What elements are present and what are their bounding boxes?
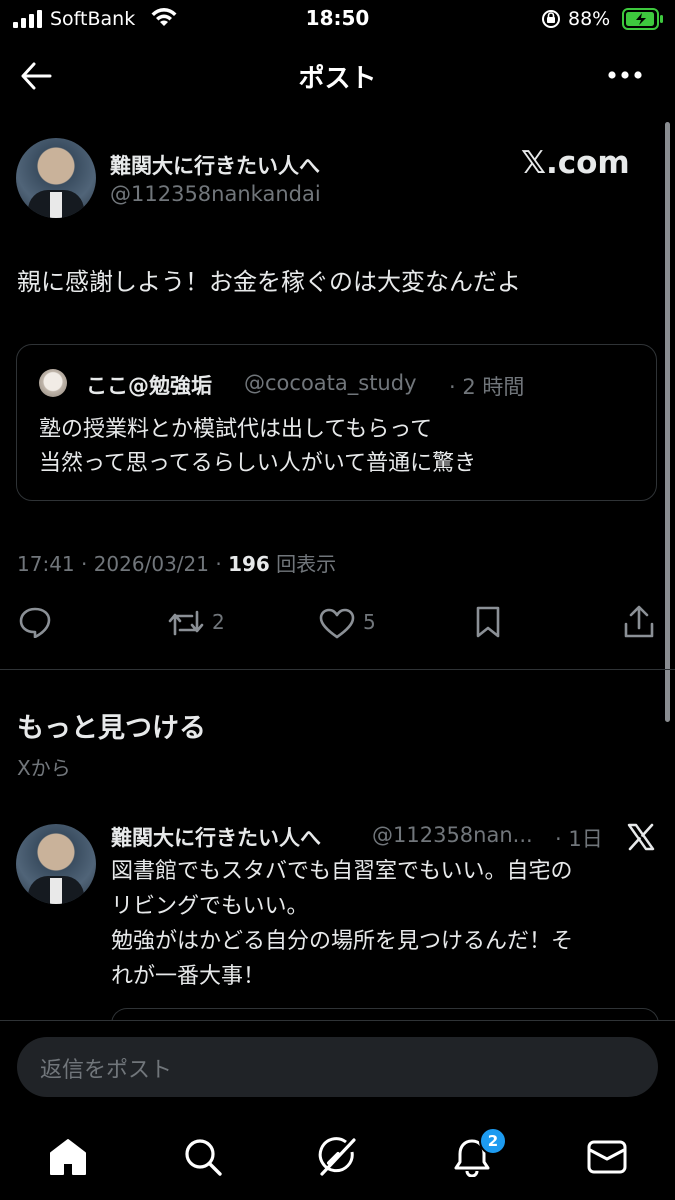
- discover-author-avatar[interactable]: [16, 824, 96, 904]
- quote-author-handle: @cocoata_study: [244, 371, 417, 395]
- scrollbar[interactable]: [665, 122, 670, 722]
- post-timestamp: 17:41 · 2026/03/21 ·: [17, 552, 222, 576]
- quote-avatar: [39, 369, 67, 397]
- author-name[interactable]: 難関大に行きたい人へ: [110, 150, 320, 180]
- reply-placeholder: 返信をポスト: [40, 1058, 173, 1083]
- grok-icon[interactable]: [316, 1136, 358, 1178]
- search-icon[interactable]: [182, 1136, 224, 1178]
- quote-text-line: 塾の授業料とか模試代は出してもらって: [39, 417, 433, 442]
- discover-text-line: 図書館でもスタバでも自習室でもいい。自宅の: [111, 859, 573, 884]
- discover-author-name[interactable]: 難関大に行きたい人へ: [111, 822, 321, 852]
- discover-subtitle: Xから: [17, 756, 71, 780]
- quote-author-name: ここ@勉強垢: [86, 374, 212, 398]
- repost-count: 2: [212, 610, 225, 634]
- status-bar: SoftBank 18:50 88%: [0, 0, 675, 40]
- battery-icon: [622, 8, 663, 30]
- discover-time: · 1日: [555, 827, 603, 851]
- discover-text-line: リビングでもいい。: [111, 894, 309, 919]
- x-logo-icon: [627, 823, 655, 851]
- discover-title: もっと見つける: [17, 713, 206, 744]
- quote-time: · 2 時間: [449, 375, 525, 399]
- like-count: 5: [363, 610, 376, 634]
- xcom-label[interactable]: 𝕏.com: [521, 145, 630, 181]
- discover-author-handle[interactable]: @112358nan...: [372, 823, 533, 847]
- discover-text-line: 勉強がはかどる自分の場所を見つけるんだ！そ: [111, 929, 574, 954]
- quote-text-line: 当然って思ってるらしい人がいて普通に驚き: [39, 451, 477, 476]
- notification-badge: 2: [479, 1127, 507, 1155]
- bookmark-icon[interactable]: [474, 605, 502, 639]
- like-icon[interactable]: [318, 608, 356, 640]
- share-icon[interactable]: [622, 604, 656, 640]
- author-avatar[interactable]: [16, 138, 96, 218]
- home-icon[interactable]: [48, 1137, 88, 1177]
- orientation-lock-icon: [542, 10, 560, 28]
- more-options-icon[interactable]: [607, 70, 643, 80]
- post-meta: 17:41 · 2026/03/21 · 196 回表示: [17, 548, 336, 577]
- discover-text-line: れが一番大事！: [111, 964, 266, 989]
- reply-icon[interactable]: [18, 606, 52, 638]
- divider: [0, 669, 675, 670]
- battery-percent: 88%: [568, 8, 611, 30]
- messages-mail-icon[interactable]: [586, 1138, 628, 1176]
- repost-icon[interactable]: [166, 608, 206, 638]
- author-handle[interactable]: @112358nankandai: [110, 182, 321, 206]
- post-text: 親に感謝しよう！お金を稼ぐのは大変なんだよ: [17, 268, 521, 296]
- page-title: ポスト: [298, 64, 377, 94]
- views-count: 196: [228, 552, 270, 576]
- views-label: 回表示: [276, 552, 337, 576]
